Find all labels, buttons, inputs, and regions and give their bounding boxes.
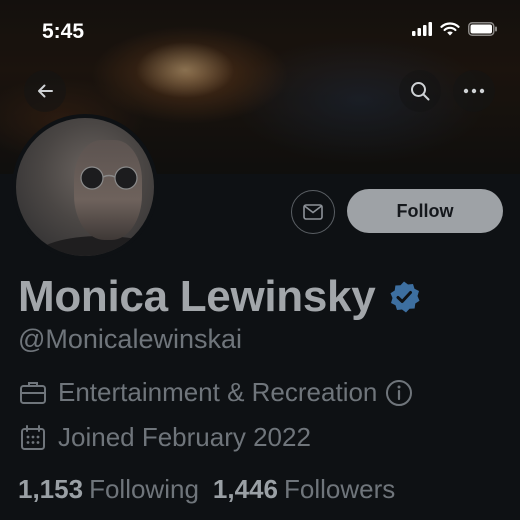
status-time: 5:45: [42, 20, 85, 43]
avatar-shirt: [36, 236, 154, 256]
status-bar: 5:45: [0, 0, 520, 60]
category-text: Entertainment & Recreation: [58, 377, 378, 407]
follow-stats: 1,153 Following 1,446 Followers: [18, 474, 395, 505]
avatar[interactable]: [12, 114, 158, 260]
message-button[interactable]: [291, 190, 335, 234]
search-button[interactable]: [399, 70, 441, 112]
battery-icon: [468, 22, 497, 36]
profile-category: Entertainment & Recreation: [18, 377, 413, 408]
followers-label: Followers: [283, 474, 396, 504]
status-icons: [412, 22, 498, 36]
followers-count: 1,446: [212, 474, 278, 504]
follow-button[interactable]: Follow: [347, 189, 503, 233]
info-icon[interactable]: [385, 379, 413, 407]
more-horizontal-icon: [463, 88, 485, 94]
following-label: Following: [89, 474, 199, 504]
avatar-face: [74, 140, 142, 240]
arrow-left-icon: [38, 84, 53, 98]
name-row: Monica Lewinsky: [18, 272, 421, 322]
following-count: 1,153: [18, 474, 84, 504]
followers-link[interactable]: 1,446 Followers: [213, 474, 395, 505]
calendar-icon: [21, 424, 45, 450]
display-name: Monica Lewinsky: [18, 272, 376, 321]
search-icon: [411, 82, 430, 101]
verified-badge-icon[interactable]: [387, 280, 421, 314]
joined-text: Joined February 2022: [58, 422, 311, 452]
cellular-signal-icon: [412, 22, 432, 36]
joined-date: Joined February 2022: [18, 422, 311, 453]
more-button[interactable]: [453, 70, 495, 112]
back-button[interactable]: [24, 70, 66, 112]
profile-handle: @Monicalewinskai: [18, 324, 242, 354]
following-link[interactable]: 1,153 Following: [18, 474, 199, 505]
sunglasses-icon: [80, 166, 138, 190]
wifi-icon: [440, 22, 460, 36]
briefcase-icon: [20, 381, 46, 404]
mail-icon: [303, 204, 323, 220]
